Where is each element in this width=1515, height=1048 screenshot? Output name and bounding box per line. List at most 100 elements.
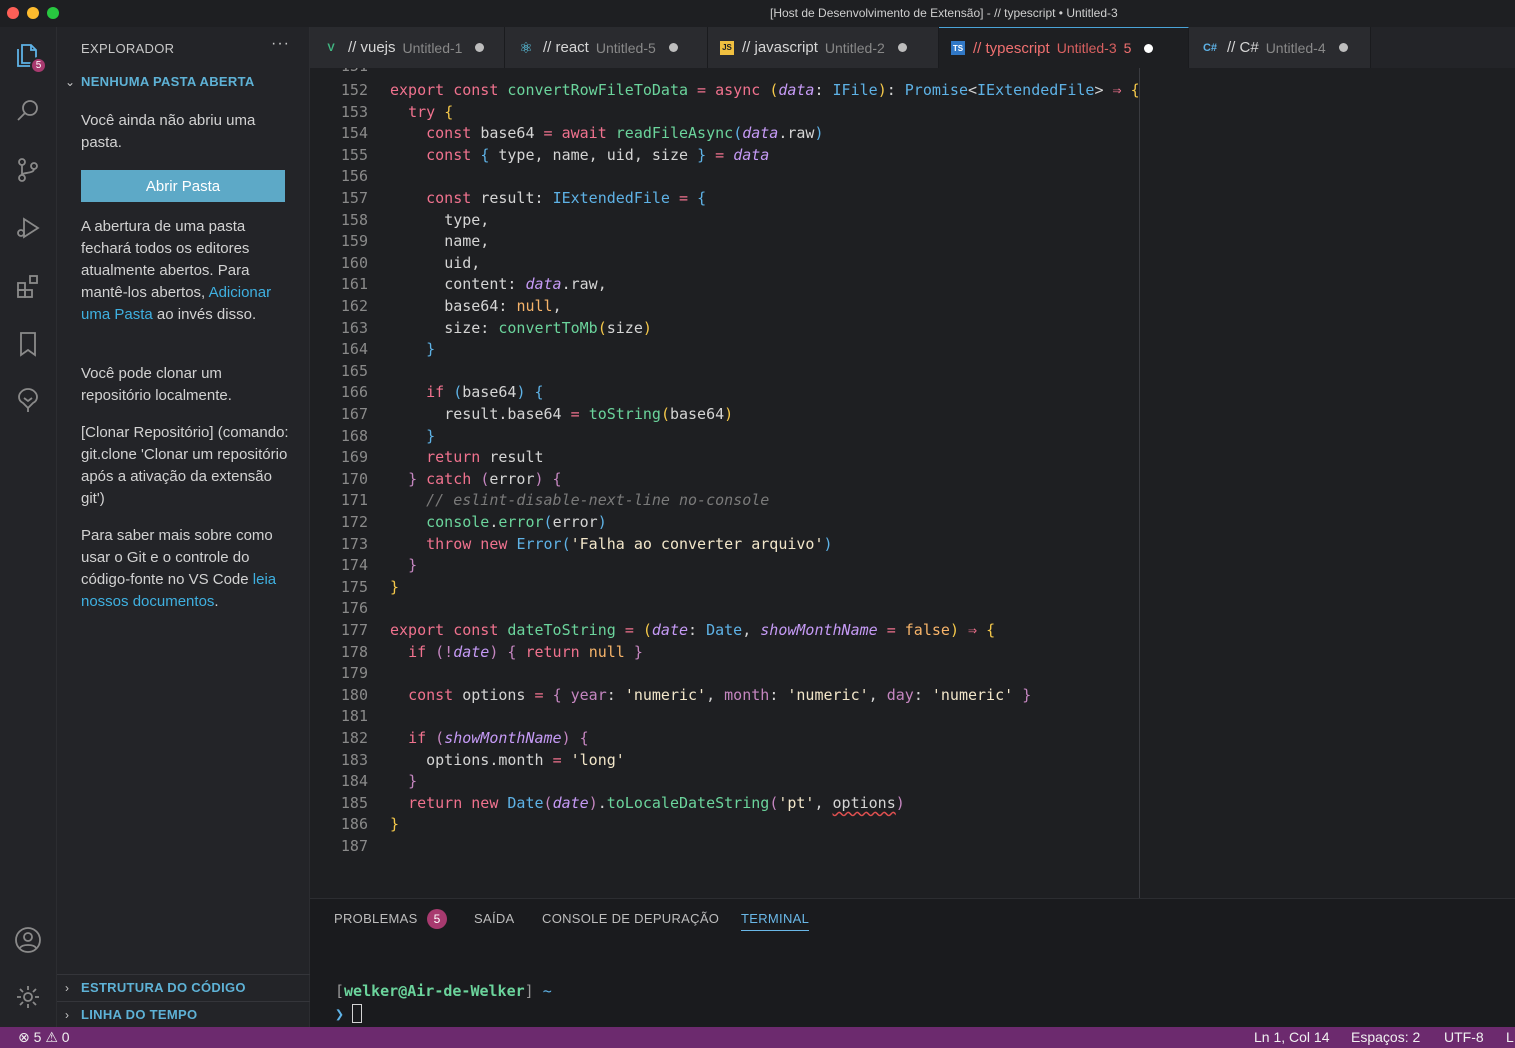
minimize-window-button[interactable] — [27, 7, 39, 19]
line-number: 169 — [340, 448, 368, 467]
tab-vuejs[interactable]: V // vuejs Untitled-1 — [310, 27, 505, 68]
tab-description: Untitled-5 — [595, 39, 656, 56]
line-number: 161 — [340, 275, 368, 294]
outline-section-header[interactable]: › ESTRUTURA DO CÓDIGO — [65, 980, 246, 995]
source-control-icon[interactable] — [11, 153, 45, 187]
code-line: uid, — [444, 253, 481, 272]
eol-setting[interactable]: L — [1506, 1029, 1514, 1045]
close-window-button[interactable] — [7, 7, 19, 19]
account-icon[interactable] — [11, 923, 45, 957]
terminal-input-line[interactable]: ❯ — [335, 1004, 363, 1023]
code-line: const result: IExtendedFile = { — [426, 189, 707, 207]
line-number: 184 — [340, 772, 368, 791]
line-number: 170 — [340, 469, 368, 488]
code-line: try { — [408, 102, 454, 121]
maximize-window-button[interactable] — [47, 7, 59, 19]
timeline-section-header[interactable]: › LINHA DO TEMPO — [65, 1007, 197, 1022]
code-line: } — [390, 815, 400, 834]
status-bar: ⊗ 5 ⚠ 0 Ln 1, Col 14 Espaços: 2 UTF-8 L — [0, 1027, 1515, 1048]
explorer-sidebar: EXPLORADOR ··· ⌄ NENHUMA PASTA ABERTA Vo… — [57, 27, 310, 1027]
typescript-icon: TS — [951, 41, 965, 55]
code-editor[interactable]: 151 152 153 154 155 156 157 158 159 160 161 162 163… — [310, 68, 1515, 898]
line-number: 173 — [340, 534, 368, 553]
indentation-setting[interactable]: Espaços: 2 — [1351, 1029, 1420, 1045]
encoding-setting[interactable]: UTF-8 — [1444, 1029, 1484, 1045]
line-number: 185 — [340, 793, 368, 812]
cursor-position[interactable]: Ln 1, Col 14 — [1254, 1029, 1330, 1045]
tree-icon[interactable] — [11, 383, 45, 417]
terminal-user-host: welker@Air-de-Welker — [344, 982, 525, 1000]
tab-react[interactable]: ⚛ // react Untitled-5 — [505, 27, 708, 68]
code-line: const { type, name, uid, size } = data — [426, 145, 770, 164]
tab-javascript[interactable]: JS // javascript Untitled-2 — [708, 27, 939, 68]
clone-command-text: [Clonar Repositório] (comando: git.clone… — [81, 424, 289, 507]
problems-badge: 5 — [427, 909, 447, 929]
unsaved-dot-icon[interactable] — [475, 43, 485, 52]
extensions-icon[interactable] — [11, 269, 45, 303]
section-divider — [57, 1001, 310, 1002]
code-line: export const convertRowFileToData = asyn… — [390, 81, 1140, 99]
line-number: 165 — [340, 361, 368, 380]
tab-terminal[interactable]: TERMINAL — [741, 911, 810, 931]
line-number: 179 — [340, 664, 368, 683]
unsaved-dot-icon[interactable] — [1144, 43, 1154, 53]
unsaved-dot-icon[interactable] — [1338, 43, 1348, 52]
open-folder-button[interactable]: Abrir Pasta — [81, 170, 285, 202]
react-icon: ⚛ — [519, 39, 533, 57]
tab-name: // javascript — [742, 39, 818, 56]
bottom-panel: PROBLEMAS 5 SAÍDA CONSOLE DE DEPURAÇÃO T… — [310, 898, 1515, 1027]
no-folder-section-header[interactable]: ⌄ NENHUMA PASTA ABERTA — [65, 74, 255, 89]
window-title: [Host de Desenvolvimento de Extensão] - … — [770, 6, 1118, 20]
learn-more-message: Para saber mais sobre como usar o Git e … — [81, 525, 296, 613]
search-icon[interactable] — [11, 94, 45, 128]
editor-tab-bar: V // vuejs Untitled-1 ⚛ // react Untitle… — [310, 27, 1515, 68]
code-line: return result — [426, 448, 544, 467]
title-bar: [Host de Desenvolvimento de Extensão] - … — [0, 0, 1515, 27]
chevron-right-icon: › — [65, 1007, 70, 1022]
line-number: 176 — [340, 599, 368, 618]
sidebar-title: EXPLORADOR — [81, 41, 175, 56]
line-number: 174 — [340, 556, 368, 575]
learn-more-text: Para saber mais sobre como usar o Git e … — [81, 527, 273, 588]
terminal-prompt-icon: ❯ — [335, 1004, 345, 1023]
run-debug-icon[interactable] — [11, 211, 45, 245]
tab-problems[interactable]: PROBLEMAS — [334, 911, 418, 926]
line-number: 159 — [340, 232, 368, 251]
line-number: 180 — [340, 685, 368, 704]
code-line: } — [390, 577, 400, 596]
tab-debug-console[interactable]: CONSOLE DE DEPURAÇÃO — [542, 911, 719, 926]
minimap-area[interactable] — [1140, 68, 1515, 898]
line-number: 172 — [340, 513, 368, 531]
terminal-prompt-line: [welker@Air-de-Welker] ~ — [335, 982, 552, 1000]
tab-output[interactable]: SAÍDA — [474, 911, 515, 926]
activity-bar: 5 — [0, 27, 57, 1027]
code-line: options.month = 'long' — [426, 750, 625, 769]
no-folder-message: Você ainda não abriu uma pasta. — [81, 112, 256, 151]
open-folder-warning: A abertura de uma pasta fechará todos os… — [81, 216, 296, 326]
line-number: 182 — [340, 729, 368, 747]
unsaved-dot-icon[interactable] — [897, 43, 907, 52]
problems-status[interactable]: ⊗ 5 ⚠ 0 — [18, 1029, 70, 1046]
clone-message: Você pode clonar um repositório localmen… — [81, 365, 232, 404]
code-line: // eslint-disable-next-line no-console — [426, 491, 770, 510]
explorer-badge: 5 — [30, 57, 47, 74]
tab-typescript[interactable]: TS // typescript Untitled-3 5 — [939, 27, 1189, 68]
bookmark-icon[interactable] — [11, 327, 45, 361]
terminal-bracket-open: [ — [335, 982, 345, 1000]
more-actions-icon[interactable]: ··· — [271, 35, 290, 53]
code-line: } — [426, 340, 436, 359]
error-count: 5 — [33, 1029, 42, 1045]
code-line: export const dateToString = (date: Date,… — [390, 621, 996, 639]
explorer-icon[interactable]: 5 — [11, 38, 47, 74]
tab-description: Untitled-4 — [1265, 39, 1326, 56]
line-number: 158 — [340, 210, 368, 229]
unsaved-dot-icon[interactable] — [668, 43, 678, 52]
settings-gear-icon[interactable] — [11, 980, 45, 1014]
tab-csharp[interactable]: C# // C# Untitled-4 — [1189, 27, 1371, 68]
line-number: 183 — [340, 750, 368, 769]
warning-text-end: ao invés disso. — [156, 306, 257, 323]
